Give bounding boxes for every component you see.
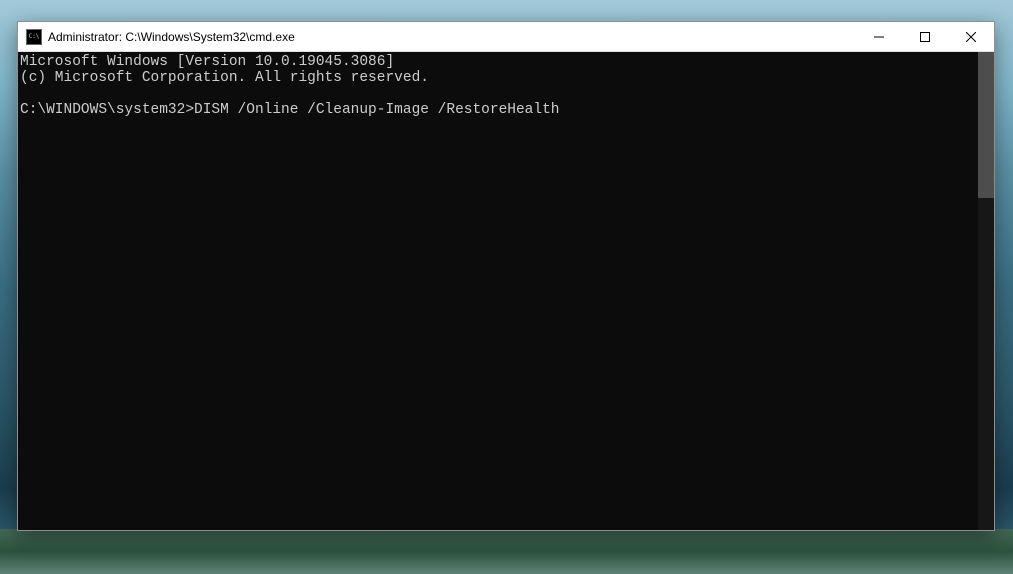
cmd-window: Administrator: C:\Windows\System32\cmd.e… [17, 21, 995, 531]
scrollbar-thumb[interactable] [978, 52, 994, 198]
cmd-icon [26, 29, 42, 45]
close-icon [966, 32, 976, 42]
maximize-button[interactable] [902, 22, 948, 51]
minimize-button[interactable] [856, 22, 902, 51]
minimize-icon [874, 32, 884, 42]
terminal-line-copyright: (c) Microsoft Corporation. All rights re… [20, 70, 429, 86]
close-button[interactable] [948, 22, 994, 51]
terminal-area: Microsoft Windows [Version 10.0.19045.30… [18, 52, 994, 530]
terminal-prompt: C:\WINDOWS\system32> [20, 102, 194, 118]
window-controls [856, 22, 994, 51]
scrollbar[interactable] [978, 52, 994, 530]
terminal-output[interactable]: Microsoft Windows [Version 10.0.19045.30… [18, 52, 978, 530]
window-title: Administrator: C:\Windows\System32\cmd.e… [48, 30, 856, 44]
maximize-icon [920, 32, 930, 42]
terminal-command: DISM /Online /Cleanup-Image /RestoreHeal… [194, 102, 559, 118]
terminal-line-version: Microsoft Windows [Version 10.0.19045.30… [20, 54, 394, 70]
titlebar[interactable]: Administrator: C:\Windows\System32\cmd.e… [18, 22, 994, 52]
